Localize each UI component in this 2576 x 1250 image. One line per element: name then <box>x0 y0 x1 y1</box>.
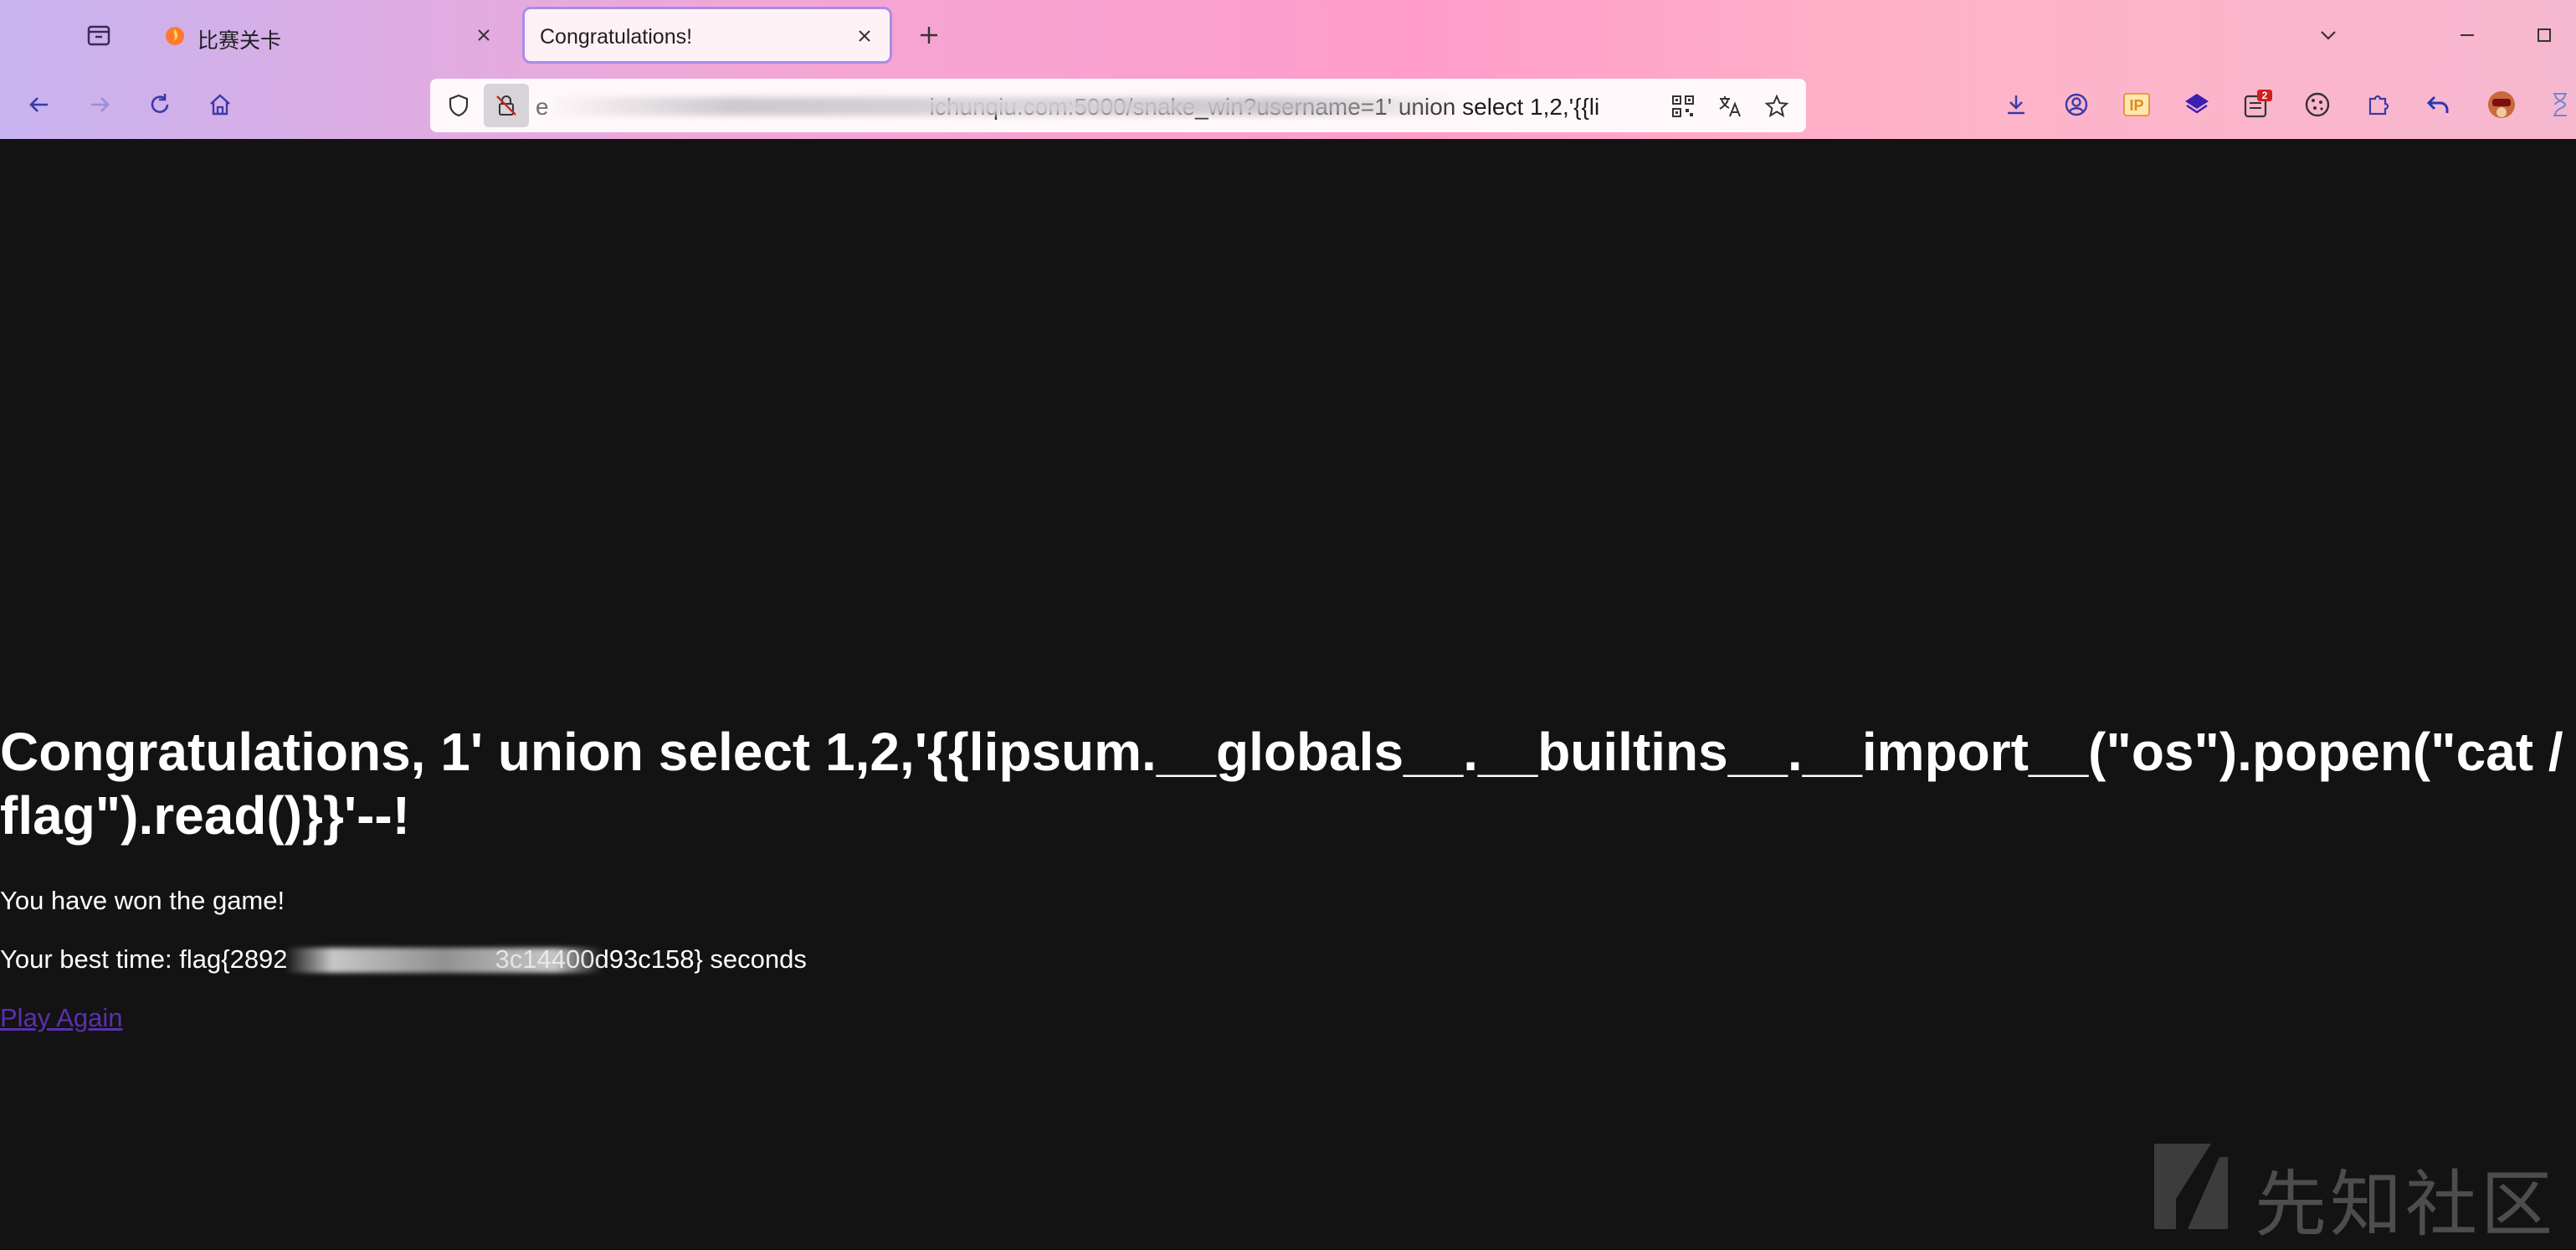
tab-title: 比赛关卡 <box>198 29 282 53</box>
ip-icon[interactable]: IP <box>2117 85 2156 124</box>
minimize-button[interactable] <box>2450 18 2484 52</box>
qr-code-icon[interactable] <box>1667 90 1699 122</box>
download-icon[interactable] <box>1997 85 2035 124</box>
best-time-prefix: Your best time: flag{2892 <box>0 944 288 974</box>
watermark-text: 先知社区 <box>2255 1163 2556 1247</box>
url-prefix: e <box>536 94 549 120</box>
redaction-blur <box>552 97 1465 116</box>
shield-icon[interactable] <box>444 90 474 121</box>
reload-icon[interactable] <box>141 85 179 124</box>
back-arrow-icon[interactable] <box>20 85 59 124</box>
puzzle-icon[interactable] <box>2358 85 2397 124</box>
congratulations-heading: Congratulations, 1' union select 1,2,'{{… <box>0 722 2563 846</box>
navigation-bar: eichunqiu.com:5000/snake_win?username=1'… <box>0 70 2576 139</box>
forward-arrow-icon[interactable] <box>80 85 119 124</box>
address-bar[interactable]: eichunqiu.com:5000/snake_win?username=1'… <box>430 79 1806 132</box>
watermark: 先知社区 <box>2151 1140 2561 1247</box>
account-icon[interactable] <box>2057 85 2096 124</box>
cookie-icon[interactable] <box>2298 85 2337 124</box>
won-message: You have won the game! <box>0 886 285 915</box>
watermark-logo-icon <box>2154 1144 2228 1229</box>
bookmark-star-icon[interactable] <box>1761 90 1793 122</box>
extension-badge-icon[interactable]: 2 <box>2238 85 2276 124</box>
close-icon[interactable] <box>851 23 878 49</box>
ip-icon-label: IP <box>2129 97 2143 114</box>
avatar-extension-icon[interactable] <box>2482 85 2521 124</box>
flame-icon <box>164 25 186 47</box>
home-icon[interactable] <box>201 85 239 124</box>
play-again-link[interactable]: Play Again <box>0 1003 123 1033</box>
browser-chrome: 比赛关卡 Congratulations! e select 1,2,'{{li… <box>0 0 2576 139</box>
maximize-button[interactable] <box>2527 18 2561 52</box>
tab-competition[interactable]: 比赛关卡 <box>147 7 511 64</box>
tab-manager-icon[interactable] <box>80 18 117 52</box>
tab-bar: 比赛关卡 Congratulations! <box>0 0 2576 70</box>
chevron-down-icon[interactable] <box>2312 18 2345 52</box>
layers-icon[interactable] <box>2178 85 2216 124</box>
tab-title: Congratulations! <box>540 25 693 49</box>
extension-badge-count: 2 <box>2262 90 2268 101</box>
hourglass-icon[interactable] <box>2541 85 2576 124</box>
redaction-blur <box>285 948 603 973</box>
translate-icon[interactable] <box>1714 90 1746 122</box>
site-permissions-icon[interactable] <box>484 84 529 127</box>
new-tab-button[interactable] <box>912 18 946 52</box>
tab-congratulations[interactable]: Congratulations! <box>522 7 892 64</box>
page-content: Congratulations, 1' union select 1,2,'{{… <box>0 139 2576 1247</box>
close-icon[interactable] <box>470 22 497 49</box>
undo-icon[interactable] <box>2419 85 2457 124</box>
